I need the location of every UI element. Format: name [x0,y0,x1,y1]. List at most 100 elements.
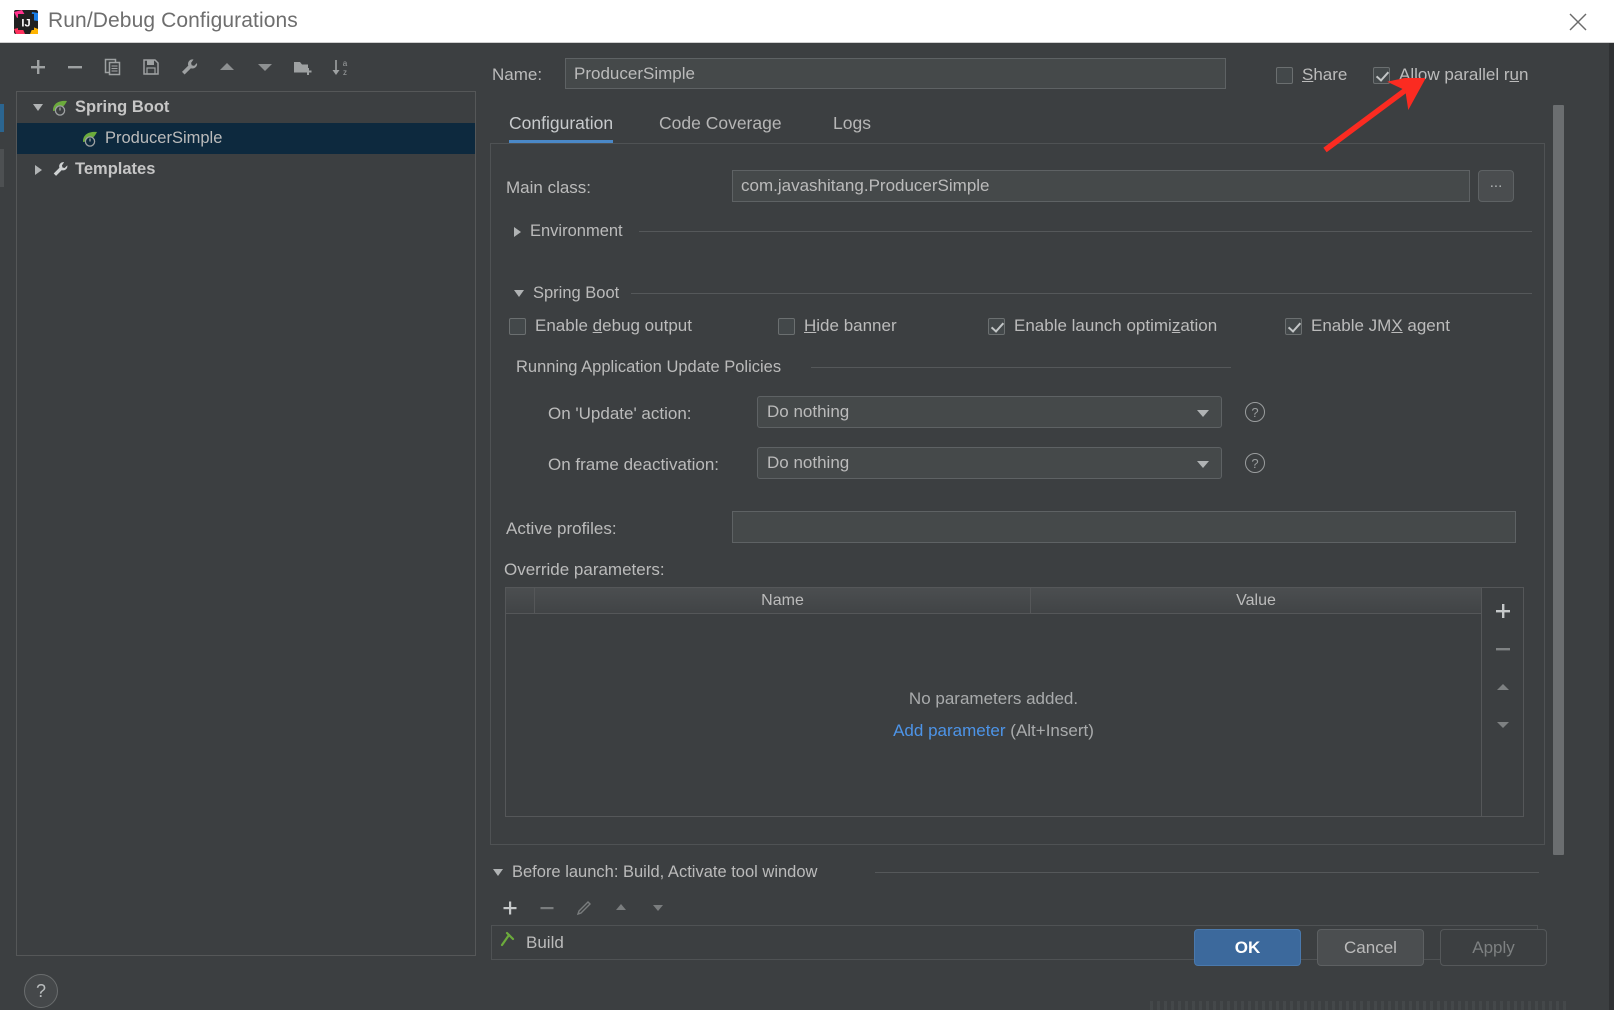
add-parameter-button[interactable] [1482,592,1524,630]
parameters-table-header: Name Value [506,588,1481,614]
tab-label: Logs [833,112,871,133]
active-profiles-input[interactable] [732,511,1516,543]
add-parameter-shortcut: (Alt+Insert) [1010,721,1094,740]
move-task-down-button[interactable] [641,891,675,925]
help-button[interactable]: ? [24,974,58,1008]
tab-code-coverage[interactable]: Code Coverage [659,103,782,143]
parameters-table-body[interactable]: Name Value No parameters added. Add para… [506,588,1481,816]
move-parameter-up-button[interactable] [1482,668,1524,706]
edit-task-pencil-icon[interactable] [567,891,601,925]
spring-boot-section-header[interactable]: Spring Boot [514,284,619,303]
configurations-sidebar: a z Spring Boot ProducerSimple Templates… [0,43,483,1010]
chevron-right-icon[interactable] [514,226,521,237]
tree-node-templates[interactable]: Templates [17,154,475,185]
close-icon[interactable] [1552,0,1606,42]
name-input[interactable] [565,58,1226,89]
vertical-scrollbar-thumb[interactable] [1553,105,1564,855]
expand-triangle-down-icon[interactable] [27,104,49,111]
svg-text:IJ: IJ [21,18,30,30]
copy-configuration-button[interactable] [97,51,129,83]
window-bottom-artifact [1150,1001,1570,1010]
tree-node-label: Templates [75,160,156,178]
tab-configuration[interactable]: Configuration [509,103,614,143]
chevron-down-icon[interactable] [493,869,503,876]
enable-jmx-agent-checkbox[interactable]: Enable JMX agent [1285,316,1450,336]
parameters-table-side-toolbar [1481,588,1523,816]
checkbox-box[interactable] [988,317,1005,335]
checkbox-box[interactable] [1276,66,1293,84]
move-task-up-button[interactable] [604,891,638,925]
add-task-button[interactable] [493,891,527,925]
checkbox-box[interactable] [1373,66,1390,84]
new-folder-button[interactable] [287,51,319,83]
add-parameter-link[interactable]: Add parameter [893,721,1005,740]
window-title: Run/Debug Configurations [48,9,298,32]
enable-debug-output-checkbox[interactable]: Enable debug output [509,316,692,336]
move-up-button[interactable] [211,51,243,83]
remove-configuration-button[interactable] [59,51,91,83]
tab-label: Configuration [509,112,614,133]
checkbox-label: Hide banner [804,316,897,335]
section-divider [631,293,1532,294]
enable-launch-optimization-checkbox[interactable]: Enable launch optimization [988,316,1217,336]
chevron-down-icon[interactable] [514,290,524,297]
main-class-label: Main class: [506,178,592,197]
svg-text:z: z [343,68,347,77]
checkbox-box[interactable] [509,317,526,335]
tab-logs[interactable]: Logs [833,103,871,143]
window-edge-artifact [0,104,4,132]
dropdown-value: Do nothing [767,453,850,472]
section-divider [639,231,1532,232]
environment-section-header[interactable]: Environment [514,222,623,241]
expand-triangle-right-icon[interactable] [27,164,49,175]
name-label: Name: [492,65,543,84]
on-frame-deactivation-help-icon[interactable]: ? [1245,453,1265,473]
on-frame-deactivation-dropdown[interactable]: Do nothing [757,447,1222,479]
before-launch-header-label: Before launch: Build, Activate tool wind… [512,863,818,881]
save-configuration-button[interactable] [135,51,167,83]
main-class-browse-button[interactable]: ... [1478,170,1514,202]
override-parameters-table: Name Value No parameters added. Add para… [505,587,1524,817]
hide-banner-checkbox[interactable]: Hide banner [778,316,897,336]
share-checkbox[interactable]: Share [1276,65,1347,85]
window-titlebar: IJ Run/Debug Configurations [0,0,1614,43]
allow-parallel-run-checkbox[interactable]: Allow parallel run [1373,65,1528,85]
chevron-down-icon[interactable] [1197,410,1209,417]
tab-label: Code Coverage [659,112,782,133]
on-frame-deactivation-label: On frame deactivation: [548,455,720,474]
remove-task-button[interactable] [530,891,564,925]
empty-state-text: No parameters added. [908,689,1079,708]
configuration-tab-content: Main class: ... Environment Spring Boot … [490,143,1545,845]
configurations-tree[interactable]: Spring Boot ProducerSimple Templates [16,91,476,956]
sort-az-button[interactable]: a z [325,51,357,83]
edit-templates-wrench-icon[interactable] [173,51,205,83]
main-class-input[interactable] [732,170,1470,202]
on-update-action-dropdown[interactable]: Do nothing [757,396,1222,428]
sidebar-toolbar: a z [0,43,483,90]
checkbox-box[interactable] [1285,317,1302,335]
remove-parameter-button[interactable] [1482,630,1524,668]
on-update-action-help-icon[interactable]: ? [1245,402,1265,422]
before-launch-section-header[interactable]: Before launch: Build, Activate tool wind… [493,863,817,882]
add-configuration-button[interactable] [22,51,54,83]
spring-boot-icon [79,130,101,148]
parameters-table-empty-state: No parameters added. Add parameter (Alt+… [506,614,1481,816]
column-header-name[interactable]: Name [535,588,1031,613]
wrench-icon [49,160,71,179]
before-launch-task-label: Build [526,932,564,952]
tree-node-producer-simple[interactable]: ProducerSimple [17,123,475,154]
tree-node-label: ProducerSimple [105,129,223,147]
column-header-value[interactable]: Value [1031,588,1481,613]
svg-text:a: a [343,59,348,68]
move-down-button[interactable] [249,51,281,83]
chevron-down-icon[interactable] [1197,461,1209,468]
apply-button[interactable]: Apply [1440,929,1547,966]
tab-bar: Configuration Code Coverage Logs [490,103,1545,143]
ok-button[interactable]: OK [1194,929,1301,966]
checkbox-box[interactable] [778,317,795,335]
tree-node-spring-boot[interactable]: Spring Boot [17,92,475,123]
move-parameter-down-button[interactable] [1482,706,1524,744]
tree-node-label: Spring Boot [75,98,170,116]
share-checkbox-label: Share [1302,65,1348,84]
cancel-button[interactable]: Cancel [1317,929,1424,966]
